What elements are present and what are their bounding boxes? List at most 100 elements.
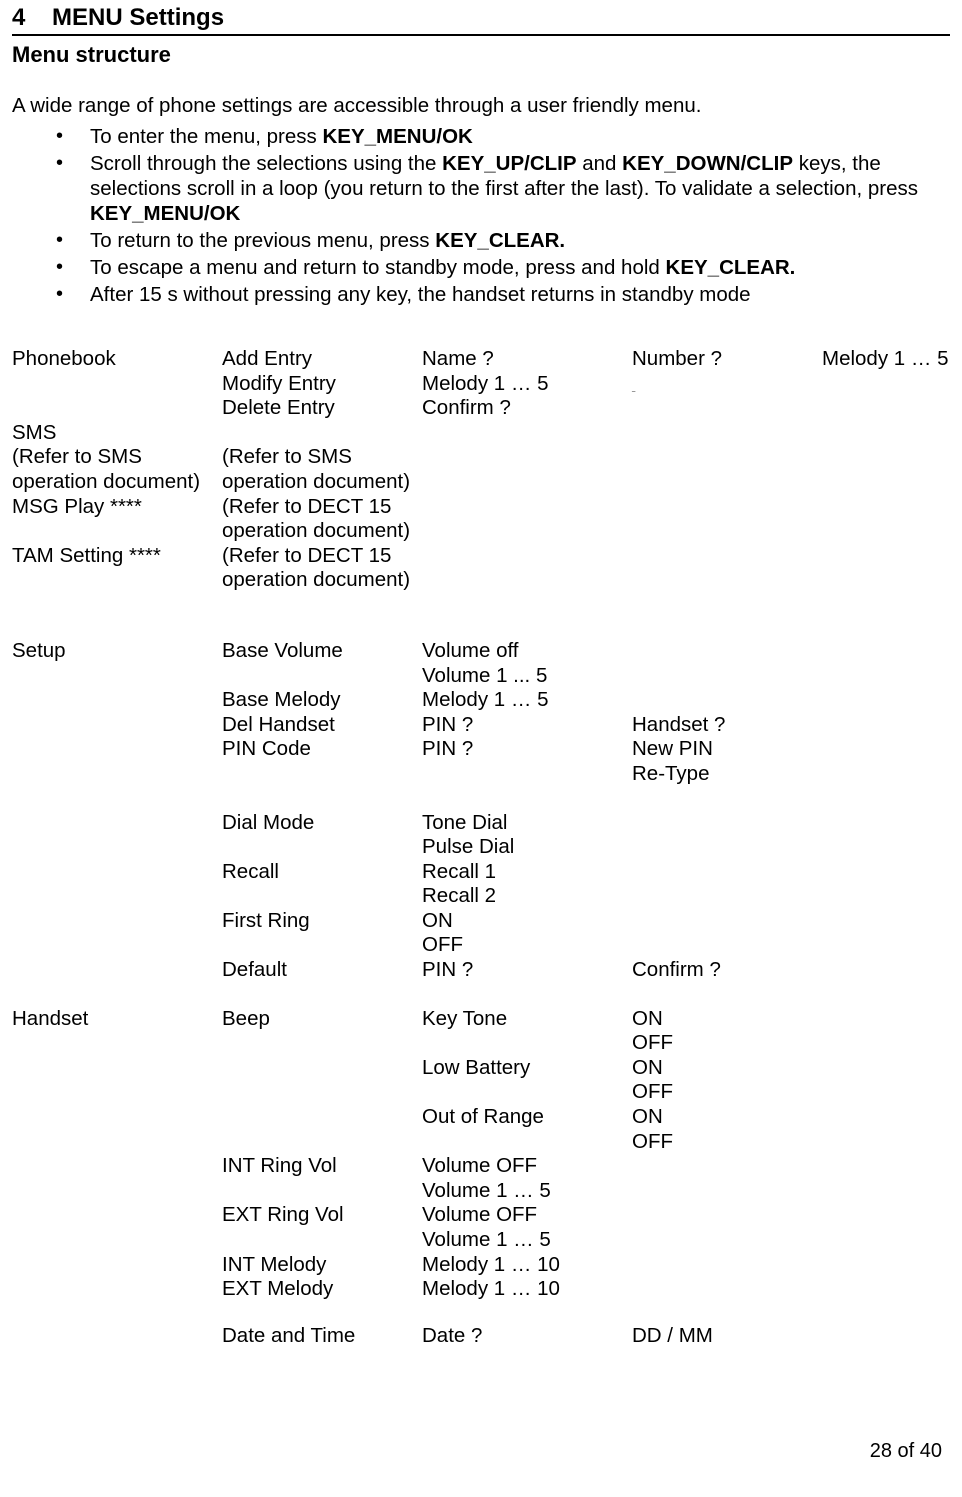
cell: INT Ring Vol bbox=[222, 1154, 422, 1179]
section-title: MENU Settings bbox=[52, 4, 224, 31]
table-row: Setup Base Volume Volume off bbox=[12, 639, 950, 664]
cell: Confirm ? bbox=[422, 396, 632, 421]
cell: Phonebook bbox=[12, 347, 222, 372]
cell: INT Melody bbox=[222, 1253, 422, 1278]
table-row: Recall Recall 1 bbox=[12, 860, 950, 885]
cell: OFF bbox=[632, 1080, 822, 1105]
cell: Default bbox=[222, 958, 422, 983]
cell: Dial Mode bbox=[222, 811, 422, 836]
bullet-list: To enter the menu, press KEY_MENU/OK Scr… bbox=[12, 124, 950, 307]
spacer-row bbox=[12, 787, 950, 811]
table-row: Handset Beep Key Tone ON bbox=[12, 1007, 950, 1032]
cell: ON bbox=[632, 1105, 822, 1130]
table-row: Dial Mode Tone Dial bbox=[12, 811, 950, 836]
cell: Melody 1 … 10 bbox=[422, 1253, 632, 1278]
cell bbox=[12, 396, 222, 421]
list-item: To escape a menu and return to standby m… bbox=[56, 255, 950, 280]
list-item: To return to the previous menu, press KE… bbox=[56, 228, 950, 253]
text: and bbox=[577, 152, 623, 175]
text: To enter the menu, press bbox=[90, 125, 322, 148]
cell: Del Handset bbox=[222, 713, 422, 738]
cell: (Refer to SMS operation document) bbox=[222, 445, 422, 494]
cell: Add Entry bbox=[222, 347, 422, 372]
cell: Base Melody bbox=[222, 688, 422, 713]
spacer-row bbox=[12, 1302, 950, 1324]
table-row: OFF bbox=[12, 1031, 950, 1056]
table-row: Date and Time Date ? DD / MM bbox=[12, 1324, 950, 1349]
cell: Melody 1 … 5 bbox=[422, 372, 632, 397]
table-row: INT Ring Vol Volume OFF bbox=[12, 1154, 950, 1179]
cell: Handset ? bbox=[632, 713, 822, 738]
table-row: OFF bbox=[12, 933, 950, 958]
cell: ON bbox=[632, 1056, 822, 1081]
page-number: 28 of 40 bbox=[870, 1440, 942, 1463]
text: Scroll through the selections using the bbox=[90, 152, 442, 175]
section-heading: 4 MENU Settings bbox=[12, 0, 950, 36]
cell: PIN ? bbox=[422, 958, 632, 983]
cell: PIN ? bbox=[422, 737, 632, 762]
cell: Delete Entry bbox=[222, 396, 422, 421]
spacer-row bbox=[12, 593, 950, 639]
cell: New PIN bbox=[632, 737, 822, 762]
cell: (Refer to SMS operation document) bbox=[12, 445, 222, 494]
cell: Melody 1 … 10 bbox=[422, 1277, 632, 1302]
menu-structure-table: Phonebook Add Entry Name ? Number ? Melo… bbox=[12, 347, 950, 1348]
cell: Date and Time bbox=[222, 1324, 422, 1349]
table-row: Out of Range ON bbox=[12, 1105, 950, 1130]
cell: EXT Melody bbox=[222, 1277, 422, 1302]
key-name: KEY_DOWN/CLIP bbox=[622, 152, 793, 175]
list-item: To enter the menu, press KEY_MENU/OK bbox=[56, 124, 950, 149]
cell: Volume OFF bbox=[422, 1154, 632, 1179]
table-row: PIN Code PIN ? New PIN bbox=[12, 737, 950, 762]
cell: PIN ? bbox=[422, 713, 632, 738]
table-row: Re-Type bbox=[12, 762, 950, 787]
table-row: INT Melody Melody 1 … 10 bbox=[12, 1253, 950, 1278]
cell: Setup bbox=[12, 639, 222, 664]
key-name: KEY_MENU/OK bbox=[90, 202, 240, 225]
cell: TAM Setting **** bbox=[12, 544, 222, 593]
intro-text: A wide range of phone settings are acces… bbox=[12, 94, 950, 118]
cell: Melody 1 … 5 bbox=[822, 347, 950, 372]
table-row: Default PIN ? Confirm ? bbox=[12, 958, 950, 983]
cell: Modify Entry bbox=[222, 372, 422, 397]
list-item: After 15 s without pressing any key, the… bbox=[56, 282, 950, 307]
cell: Key Tone bbox=[422, 1007, 632, 1032]
table-row: OFF bbox=[12, 1130, 950, 1155]
tiny-mark: _ bbox=[632, 386, 635, 392]
section-number: 4 bbox=[12, 4, 25, 31]
cell: Handset bbox=[12, 1007, 222, 1032]
cell: Melody 1 … 5 bbox=[422, 688, 632, 713]
table-row: Recall 2 bbox=[12, 884, 950, 909]
cell: Number ? bbox=[632, 347, 822, 372]
table-row: Pulse Dial bbox=[12, 835, 950, 860]
cell: MSG Play **** bbox=[12, 495, 222, 544]
key-name: KEY_CLEAR. bbox=[666, 256, 796, 279]
cell: _ bbox=[632, 372, 822, 397]
cell: Tone Dial bbox=[422, 811, 632, 836]
cell: Re-Type bbox=[632, 762, 822, 787]
cell: Pulse Dial bbox=[422, 835, 632, 860]
cell: Recall 2 bbox=[422, 884, 632, 909]
table-row: EXT Melody Melody 1 … 10 bbox=[12, 1277, 950, 1302]
cell: OFF bbox=[422, 933, 632, 958]
table-row: Volume 1 ... 5 bbox=[12, 664, 950, 689]
cell: First Ring bbox=[222, 909, 422, 934]
cell: Volume 1 … 5 bbox=[422, 1228, 632, 1253]
list-item: Scroll through the selections using the … bbox=[56, 151, 950, 226]
text: After 15 s without pressing any key, the… bbox=[90, 283, 751, 306]
cell: (Refer to DECT 15 operation document) bbox=[222, 544, 422, 593]
text: To escape a menu and return to standby m… bbox=[90, 256, 666, 279]
cell bbox=[12, 372, 222, 397]
table-row: EXT Ring Vol Volume OFF bbox=[12, 1203, 950, 1228]
page: 4 MENU Settings Menu structure A wide ra… bbox=[0, 0, 962, 1497]
cell: OFF bbox=[632, 1130, 822, 1155]
cell: Recall bbox=[222, 860, 422, 885]
cell: ON bbox=[422, 909, 632, 934]
table-row: Base Melody Melody 1 … 5 bbox=[12, 688, 950, 713]
cell: (Refer to DECT 15 operation document) bbox=[222, 495, 422, 544]
table-row: (Refer to SMS operation document) (Refer… bbox=[12, 445, 950, 494]
table-row: Del Handset PIN ? Handset ? bbox=[12, 713, 950, 738]
cell: Confirm ? bbox=[632, 958, 822, 983]
table-row: Volume 1 … 5 bbox=[12, 1179, 950, 1204]
cell: Out of Range bbox=[422, 1105, 632, 1130]
